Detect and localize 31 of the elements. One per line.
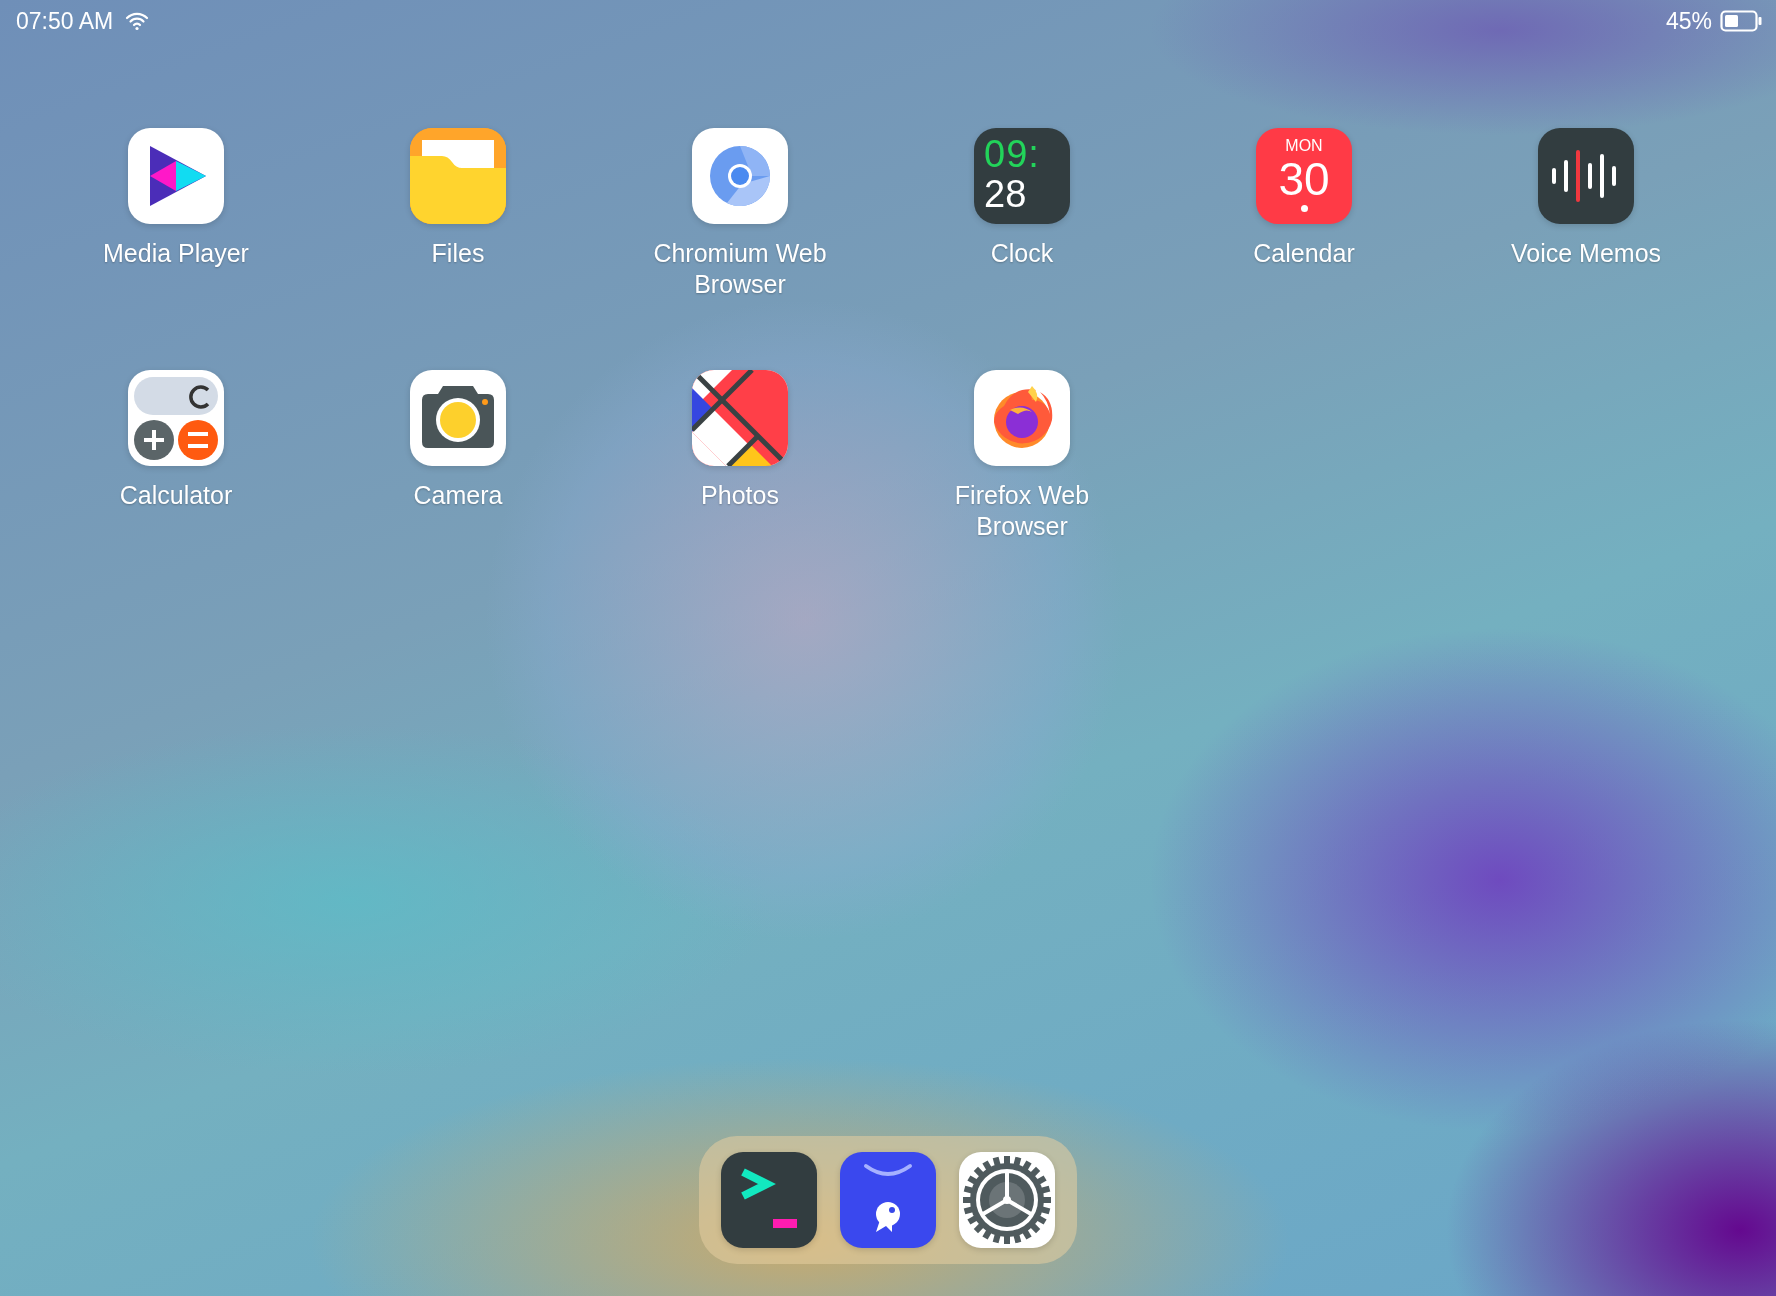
- fox-globe-icon[interactable]: [974, 370, 1070, 466]
- mosaic-icon[interactable]: [692, 370, 788, 466]
- clock-icon[interactable]: 09: 28: [974, 128, 1070, 224]
- app-label: Media Player: [102, 238, 250, 269]
- app-label: Clock: [989, 238, 1055, 269]
- clock-minute-text: 28: [984, 174, 1027, 214]
- calendar-day-text: 30: [1278, 155, 1330, 203]
- gear-icon[interactable]: [959, 1152, 1055, 1248]
- camera-icon[interactable]: [410, 370, 506, 466]
- dot-icon: [1300, 205, 1308, 212]
- app-label: Photos: [700, 480, 780, 511]
- wifi-icon: [125, 11, 150, 31]
- store-icon[interactable]: [840, 1152, 936, 1248]
- app-label: Firefox Web Browser: [953, 480, 1091, 542]
- clock-hour-text: 09:: [984, 134, 1040, 174]
- battery-icon: [1720, 10, 1762, 32]
- battery-percent: 45%: [1665, 7, 1712, 35]
- folder-icon[interactable]: [410, 128, 506, 224]
- app-label: Chromium Web Browser: [652, 238, 828, 300]
- app-label: Camera: [412, 480, 504, 511]
- app-label: Files: [430, 238, 486, 269]
- play-icon[interactable]: [128, 128, 224, 224]
- calculator-icon[interactable]: [128, 370, 224, 466]
- sound-wave-icon[interactable]: [1538, 128, 1634, 224]
- app-label: Calendar: [1252, 238, 1356, 269]
- app-label: Calculator: [118, 480, 234, 511]
- calendar-icon[interactable]: MON 30: [1256, 128, 1352, 224]
- terminal-icon[interactable]: [721, 1152, 817, 1248]
- app-label: Voice Memos: [1509, 238, 1663, 269]
- status-time: 07:50 AM: [16, 7, 114, 35]
- calendar-weekday-text: MON: [1285, 137, 1323, 155]
